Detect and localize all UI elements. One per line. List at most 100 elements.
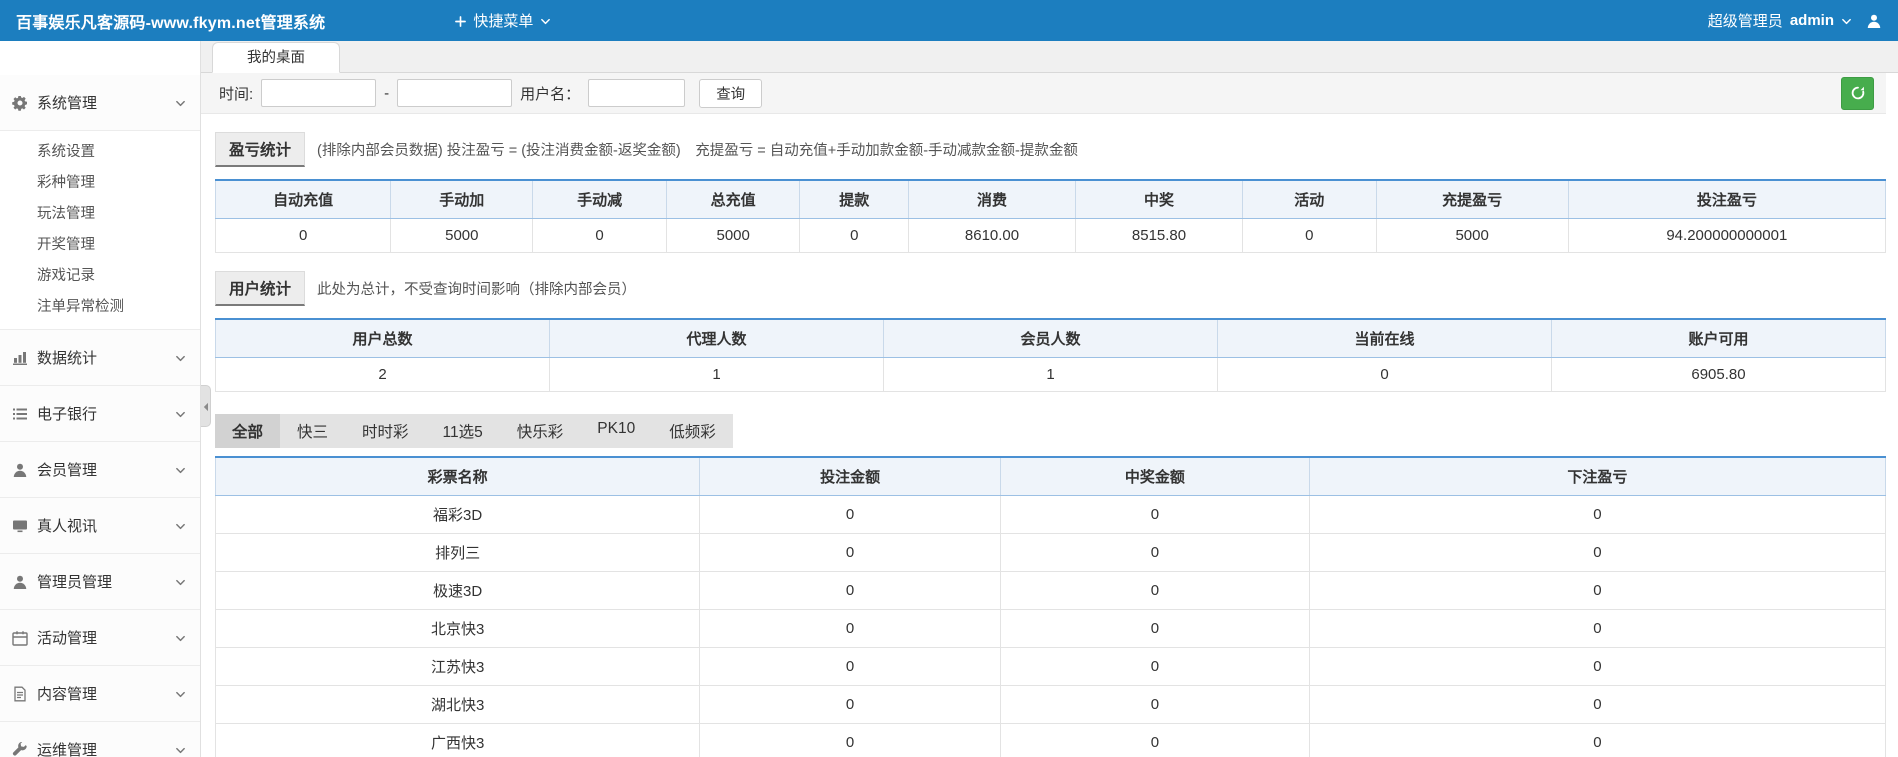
column-header: 手动减 [533,180,667,219]
chevron-down-icon [175,741,186,757]
cell: 0 [1309,686,1885,724]
chevron-down-icon [175,573,186,590]
lottery-tab-dipincai[interactable]: 低频彩 [652,414,733,448]
lottery-tab-11xuan5[interactable]: 11选5 [426,414,500,448]
cell: 0 [1309,648,1885,686]
sidebar-item-ops-management[interactable]: 运维管理 [0,722,200,757]
profit-section-title[interactable]: 盈亏统计 [215,132,305,167]
table-row: 广西快3 0 0 0 [216,724,1886,757]
sidebar-item-admin-management[interactable]: 管理员管理 [0,554,200,610]
chevron-down-icon [175,461,186,478]
cell: 5000 [391,219,533,253]
cell: 0 [700,572,1001,610]
tab-my-desktop[interactable]: 我的桌面 [212,42,340,73]
account-icon[interactable] [1866,12,1882,29]
sidebar-subitem-lottery-type[interactable]: 彩种管理 [0,168,200,199]
username-input[interactable] [588,79,685,107]
table-row: 北京快3 0 0 0 [216,610,1886,648]
lottery-tab-kuaisan[interactable]: 快三 [280,414,345,448]
chevron-down-icon [540,12,551,29]
table-row: 福彩3D 0 0 0 [216,496,1886,534]
table-header-row: 用户总数 代理人数 会员人数 当前在线 账户可用 [216,319,1886,358]
lottery-tab-kuailecai[interactable]: 快乐彩 [500,414,581,448]
wrench-icon [12,741,28,757]
column-header: 消费 [909,180,1076,219]
caret-left-icon [202,398,209,415]
sidebar-item-activity-management[interactable]: 活动管理 [0,610,200,666]
range-separator: - [384,85,389,102]
gear-icon [12,94,28,111]
app-title: 百事娱乐凡客源码-www.fkym.net管理系统 [16,9,325,33]
sidebar-item-label: 内容管理 [37,683,97,704]
column-header: 手动加 [391,180,533,219]
main-area: 我的桌面 时间: - 用户名： 查询 盈亏统计 (排除内部会员数据) 投注盈亏 … [201,41,1898,757]
users-section-title[interactable]: 用户统计 [215,271,305,306]
column-header: 彩票名称 [216,457,700,496]
document-icon [12,685,28,702]
sidebar-item-e-banking[interactable]: 电子银行 [0,386,200,442]
column-header: 投注盈亏 [1568,180,1885,219]
sidebar-subitem-draw-management[interactable]: 开奖管理 [0,230,200,261]
cell: 0 [1000,686,1309,724]
lottery-tab-all[interactable]: 全部 [215,414,280,448]
cell: 0 [533,219,667,253]
column-header: 当前在线 [1218,319,1552,358]
sidebar-subitem-game-records[interactable]: 游戏记录 [0,261,200,292]
cell: 5000 [1376,219,1568,253]
chevron-down-icon [175,94,186,111]
sidebar-subitem-system-settings[interactable]: 系统设置 [0,137,200,168]
column-header: 活动 [1243,180,1377,219]
cell: 0 [1309,724,1885,757]
time-end-input[interactable] [397,79,512,107]
cell: 0 [1000,496,1309,534]
lottery-name-cell: 北京快3 [216,610,700,648]
sidebar-item-system-management[interactable]: 系统管理 [0,75,200,131]
sidebar: 系统管理 系统设置 彩种管理 玩法管理 开奖管理 游戏记录 注单异常检测 数据统… [0,41,201,757]
cell: 5000 [666,219,800,253]
content: 时间: - 用户名： 查询 盈亏统计 (排除内部会员数据) 投注盈亏 = (投注… [201,73,1886,757]
column-header: 自动充值 [216,180,391,219]
cell: 0 [700,724,1001,757]
column-header: 充提盈亏 [1376,180,1568,219]
chevron-down-icon [175,685,186,702]
cell: 0 [216,219,391,253]
sidebar-item-live-video[interactable]: 真人视讯 [0,498,200,554]
sidebar-subitem-bet-anomaly[interactable]: 注单异常检测 [0,292,200,323]
sidebar-item-data-statistics[interactable]: 数据统计 [0,330,200,386]
lottery-tab-pk10[interactable]: PK10 [580,414,652,448]
cell: 0 [700,534,1001,572]
bar-chart-icon [12,349,28,366]
cell: 1 [884,358,1218,392]
quick-menu-button[interactable]: 快捷菜单 [455,10,551,31]
lottery-tab-shishicai[interactable]: 时时彩 [345,414,426,448]
time-label: 时间: [219,83,253,104]
calendar-icon [12,629,28,646]
lottery-name-cell: 排列三 [216,534,700,572]
cell: 1 [550,358,884,392]
sidebar-collapse-handle[interactable] [201,385,211,427]
refresh-button[interactable] [1841,77,1874,110]
user-menu[interactable]: 超级管理员 admin [1708,10,1852,31]
username-label: admin [1790,12,1834,29]
users-section-head: 用户统计 此处为总计，不受查询时间影响（排除内部会员） [215,271,1886,306]
sidebar-item-content-management[interactable]: 内容管理 [0,666,200,722]
column-header: 代理人数 [550,319,884,358]
sidebar-item-label: 运维管理 [37,739,97,757]
list-icon [12,405,28,422]
sidebar-subitem-play-method[interactable]: 玩法管理 [0,199,200,230]
main-layout: 系统管理 系统设置 彩种管理 玩法管理 开奖管理 游戏记录 注单异常检测 数据统… [0,41,1898,757]
time-start-input[interactable] [261,79,376,107]
column-header: 总充值 [666,180,800,219]
sidebar-item-member-management[interactable]: 会员管理 [0,442,200,498]
system-submenu: 系统设置 彩种管理 玩法管理 开奖管理 游戏记录 注单异常检测 [0,131,200,330]
sidebar-item-label: 真人视讯 [37,515,97,536]
cell: 0 [1243,219,1377,253]
cell: 8610.00 [909,219,1076,253]
cell: 0 [700,610,1001,648]
table-header-row: 自动充值 手动加 手动减 总充值 提款 消费 中奖 活动 充提盈亏 投注盈亏 [216,180,1886,219]
cell: 0 [1218,358,1552,392]
column-header: 会员人数 [884,319,1218,358]
cell: 2 [216,358,550,392]
search-button[interactable]: 查询 [699,79,762,108]
users-section-note: 此处为总计，不受查询时间影响（排除内部会员） [317,278,636,299]
